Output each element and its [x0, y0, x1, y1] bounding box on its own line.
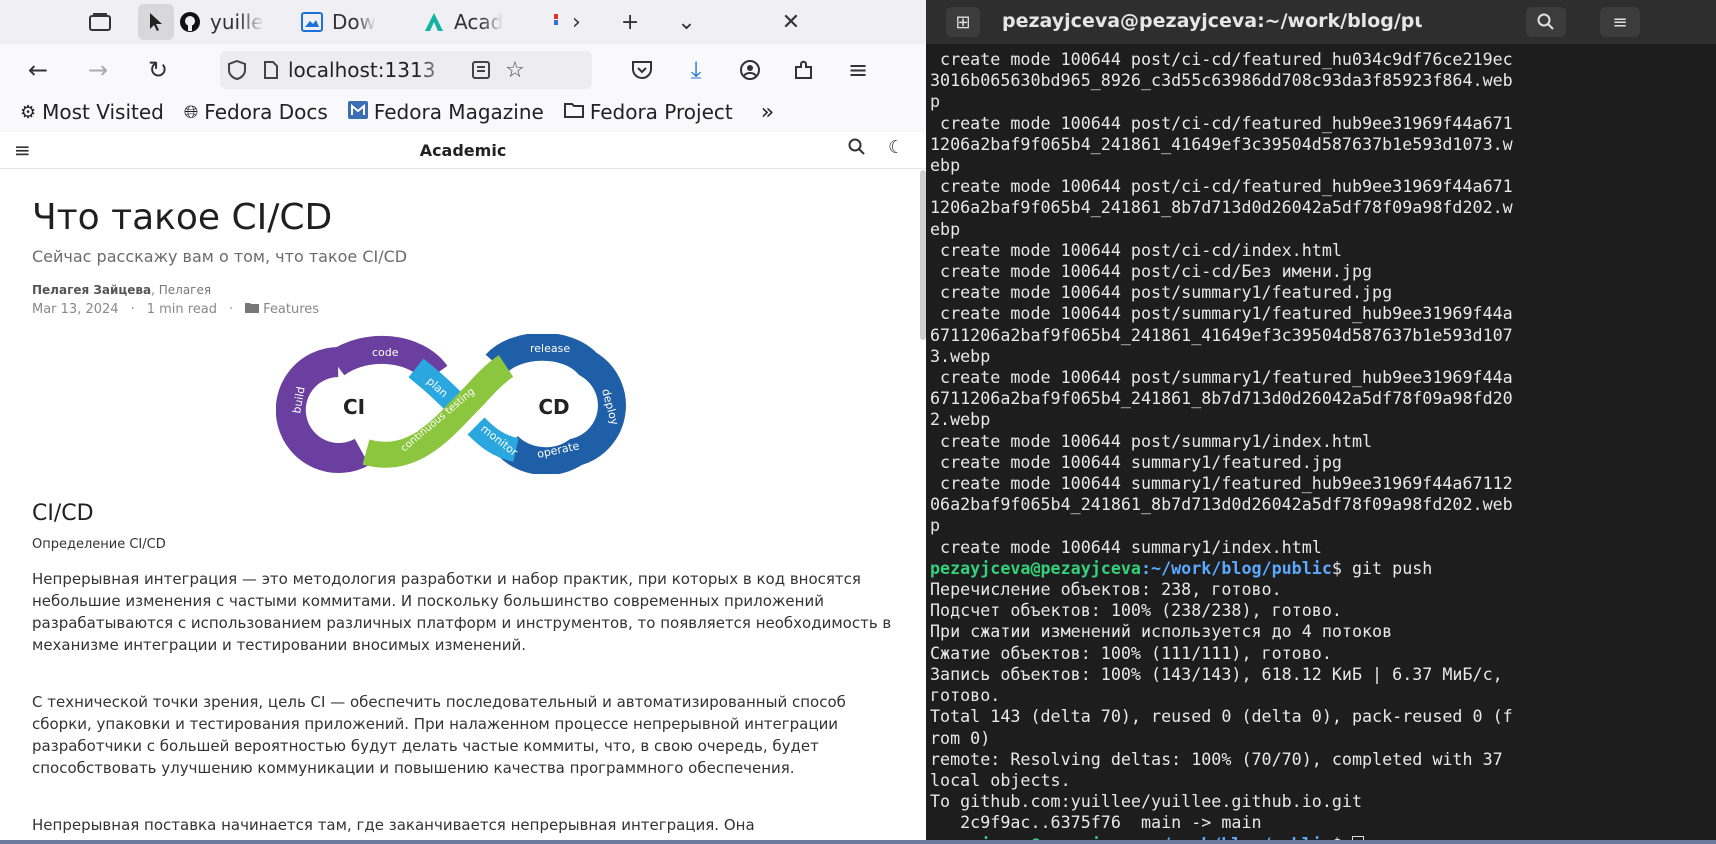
code-label: code — [372, 346, 399, 359]
post-date: Mar 13, 2024 — [32, 302, 119, 317]
downloads-icon[interactable]: ⤓ — [676, 50, 716, 90]
terminal-lines-after: Перечисление объектов: 238, готово. Подс… — [930, 579, 1513, 833]
folder-icon — [245, 302, 260, 317]
post-subtitle: Сейчас расскажу вам о том, что такое CI/… — [32, 247, 408, 266]
globe-icon: 🌐︎ — [183, 101, 199, 123]
tab-partial[interactable] — [544, 5, 558, 39]
tabs-scroll-right-icon[interactable]: › — [572, 10, 581, 35]
ci-cd-diagram: CI CD code plan build continuous testing… — [276, 334, 626, 474]
pointer-tab[interactable] — [138, 4, 174, 40]
terminal-search-button[interactable] — [1526, 7, 1566, 37]
terminal-menu-button[interactable]: ≡ — [1600, 7, 1640, 37]
star-icon[interactable]: ☆ — [498, 58, 532, 83]
post-meta: Mar 13, 2024 · 1 min read · Features — [32, 302, 319, 317]
gear-icon: ⚙ — [20, 101, 37, 123]
post-title: Что такое CI/CD — [32, 197, 333, 238]
terminal-title: pezayjceva@pezayjceva:~/work/blog/public — [1002, 10, 1422, 32]
bookmark-most-visited[interactable]: ⚙ Most Visited — [20, 100, 164, 124]
site-title[interactable]: Academic — [0, 141, 926, 160]
post-authors: Пелагея Зайцева, Пелагея — [32, 283, 211, 297]
download-page-icon — [300, 10, 324, 34]
section-subheading: Определение CI/CD — [32, 537, 166, 552]
url-text[interactable]: localhost:1313 — [288, 58, 458, 82]
author-second: , Пелагея — [151, 283, 212, 297]
folder-icon — [563, 102, 584, 123]
tab-academic[interactable]: Acad — [422, 5, 540, 39]
cursor-icon — [150, 13, 162, 31]
screen-bottom-bar — [0, 840, 1716, 844]
meta-separator: · — [130, 302, 135, 317]
terminal-header: ⊞ pezayjceva@pezayjceva:~/work/blog/publ… — [926, 0, 1716, 44]
shield-icon[interactable] — [220, 60, 254, 80]
page-content: Что такое CI/CD Сейчас расскажу вам о то… — [0, 169, 926, 844]
reader-view-icon[interactable] — [464, 61, 498, 79]
cd-label: CD — [538, 395, 569, 419]
bookmark-fedora-project[interactable]: Fedora Project — [563, 100, 733, 124]
ci-label: CI — [343, 395, 365, 419]
terminal-lines-before: create mode 100644 post/ci-cd/featured_h… — [930, 49, 1513, 557]
meta-separator: · — [229, 302, 234, 317]
paragraph: Непрерывная интеграция — это методология… — [32, 570, 892, 654]
new-terminal-tab-button[interactable]: ⊞ — [946, 7, 980, 37]
forward-icon[interactable]: → — [78, 50, 118, 90]
academic-icon — [422, 10, 446, 34]
tab-label: Acad — [454, 10, 504, 34]
app-menu-icon[interactable]: ≡ — [838, 50, 878, 90]
tab-label: yuille — [210, 10, 264, 34]
navigation-toolbar: ← → ↻ localhost:1313 ☆ ⤓ ≡ — [0, 44, 926, 96]
page-info-icon[interactable] — [254, 61, 288, 79]
search-icon — [1537, 13, 1554, 30]
account-icon[interactable] — [730, 50, 770, 90]
tab-overview-button[interactable] — [82, 4, 118, 40]
hamburger-icon: ≡ — [1612, 11, 1628, 33]
bookmark-fedora-magazine[interactable]: Fedora Magazine — [347, 100, 544, 124]
plus-box-icon: ⊞ — [955, 11, 971, 33]
bookmarks-toolbar: ⚙ Most Visited 🌐︎ Fedora Docs Fedora Magaz… — [0, 96, 926, 128]
prompt-user: pezayjceva@pezayjceva — [930, 557, 1141, 578]
release-label: release — [530, 342, 570, 355]
url-bar[interactable]: localhost:1313 ☆ — [220, 51, 592, 89]
author-link[interactable]: Пелагея Зайцева — [32, 283, 151, 297]
terminal-window: ⊞ pezayjceva@pezayjceva:~/work/blog/publ… — [926, 0, 1716, 844]
tab-overview-icon — [89, 13, 111, 31]
paragraph: С технической точки зрения, цель CI — об… — [32, 693, 846, 777]
read-time: 1 min read — [146, 302, 218, 317]
terminal-output[interactable]: create mode 100644 post/ci-cd/featured_h… — [930, 49, 1716, 844]
bookmark-fedora-docs[interactable]: 🌐︎ Fedora Docs — [184, 100, 328, 124]
github-icon — [178, 10, 202, 34]
extensions-icon[interactable] — [784, 50, 824, 90]
site-navbar: ≡ Academic ☾ — [0, 132, 926, 169]
prompt-path: :~/work/blog/public — [1140, 557, 1332, 578]
category-link[interactable]: Features — [263, 302, 319, 317]
tab-favicon-icon — [544, 10, 558, 34]
moon-icon[interactable]: ☾ — [888, 137, 904, 158]
tab-list-icon[interactable]: ⌄ — [677, 10, 695, 35]
browser-window: yuille Dow Acad › + ⌄ ✕ ← → ↻ localhost:… — [0, 0, 926, 844]
tab-bar: yuille Dow Acad › + ⌄ ✕ — [0, 0, 926, 44]
tab-github[interactable]: yuille — [178, 5, 296, 39]
new-tab-icon[interactable]: + — [621, 10, 639, 35]
bookmarks-overflow-icon[interactable]: » — [761, 100, 774, 125]
reload-icon[interactable]: ↻ — [138, 50, 178, 90]
tab-download[interactable]: Dow — [300, 5, 418, 39]
section-heading: CI/CD — [32, 501, 94, 526]
close-window-icon[interactable]: ✕ — [782, 10, 800, 35]
prompt-command: $ git push — [1331, 557, 1433, 578]
pocket-icon[interactable] — [622, 50, 662, 90]
search-icon[interactable] — [848, 138, 866, 161]
tab-label: Dow — [332, 10, 376, 34]
paragraph: Непрерывная поставка начинается там, где… — [32, 816, 755, 834]
back-icon[interactable]: ← — [18, 50, 58, 90]
fedora-magazine-icon — [347, 100, 368, 124]
